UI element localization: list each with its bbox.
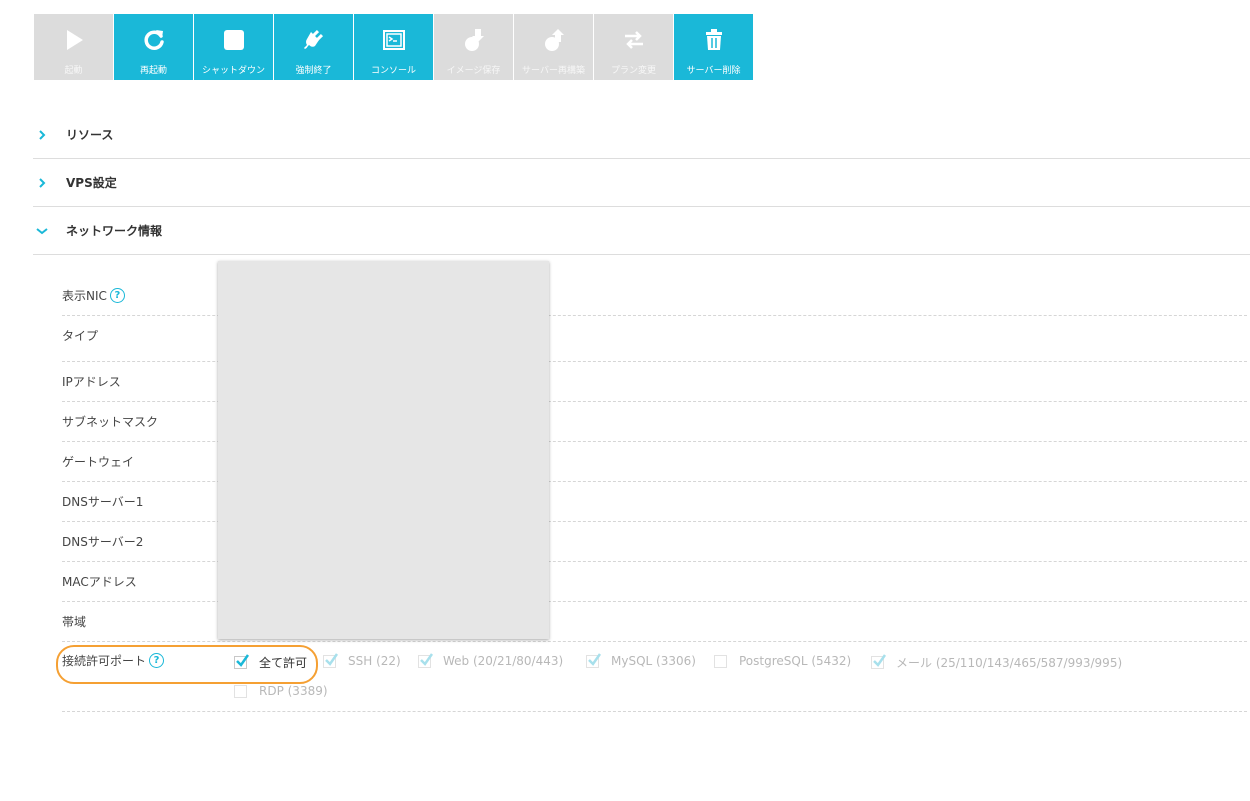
- row-label: 帯域: [62, 615, 87, 629]
- row-label: ゲートウェイ: [62, 455, 135, 469]
- server-rebuild-button[interactable]: サーバー再構築: [514, 14, 593, 80]
- restart-button[interactable]: 再起動: [114, 14, 193, 80]
- server-rebuild-icon: [542, 28, 566, 52]
- server-toolbar: 起動 再起動 シャットダウン 強制終了 コンソール イメージ保存 サーバー再構築…: [34, 14, 754, 80]
- chevron-down-icon: [35, 227, 49, 235]
- row-label: タイプ: [62, 329, 99, 343]
- force-stop-button-label: 強制終了: [295, 66, 332, 76]
- row-label: IPアドレス: [62, 375, 121, 389]
- checkbox[interactable]: [418, 652, 434, 668]
- section-title: VPS設定: [66, 176, 117, 190]
- start-button[interactable]: 起動: [34, 14, 113, 80]
- checkbox[interactable]: [871, 654, 887, 669]
- chevron-right-icon: [35, 177, 49, 188]
- port-option-ssh[interactable]: SSH (22): [323, 652, 401, 668]
- chevron-right-icon: [35, 129, 49, 140]
- port-option-postgresql[interactable]: PostgreSQL (5432): [714, 654, 851, 668]
- force-stop-button[interactable]: 強制終了: [274, 14, 353, 80]
- shutdown-button-label: シャットダウン: [201, 66, 265, 76]
- row-label: 表示NIC: [62, 289, 107, 303]
- section-resources[interactable]: リソース: [33, 111, 1250, 159]
- image-save-icon: [462, 28, 486, 52]
- port-label: 全て許可: [259, 656, 308, 670]
- port-label: SSH (22): [348, 654, 401, 668]
- plan-change-button-label: プラン変更: [610, 66, 656, 76]
- checkbox[interactable]: [586, 652, 602, 668]
- checkbox[interactable]: [323, 652, 339, 668]
- checkbox[interactable]: [234, 654, 250, 669]
- port-option-rdp[interactable]: RDP (3389): [234, 684, 328, 698]
- section-vps-settings[interactable]: VPS設定: [33, 159, 1250, 207]
- section-network-info[interactable]: ネットワーク情報: [33, 207, 1250, 255]
- checkbox[interactable]: [234, 684, 247, 698]
- server-rebuild-button-label: サーバー再構築: [522, 66, 585, 76]
- server-delete-button-label: サーバー削除: [686, 66, 741, 76]
- port-option-all[interactable]: 全て許可: [234, 654, 307, 671]
- section-title: ネットワーク情報: [66, 224, 163, 238]
- help-icon[interactable]: ?: [109, 288, 125, 303]
- plug-icon: [302, 28, 326, 52]
- port-label: Web (20/21/80/443): [443, 654, 564, 668]
- play-icon: [62, 28, 86, 52]
- port-label: MySQL (3306): [611, 654, 696, 668]
- port-option-mysql[interactable]: MySQL (3306): [586, 652, 696, 668]
- start-button-label: 起動: [64, 66, 83, 76]
- port-label: PostgreSQL (5432): [739, 654, 852, 668]
- redacted-values-panel: [218, 261, 549, 639]
- stop-icon: [222, 28, 246, 52]
- server-delete-button[interactable]: サーバー削除: [674, 14, 753, 80]
- row-label: DNSサーバー2: [62, 535, 144, 549]
- row-label: サブネットマスク: [62, 415, 159, 429]
- console-button[interactable]: コンソール: [354, 14, 433, 80]
- row-label: MACアドレス: [62, 575, 137, 589]
- trash-icon: [702, 28, 726, 52]
- console-button-label: コンソール: [370, 66, 416, 76]
- port-option-mail[interactable]: メール (25/110/143/465/587/993/995): [871, 654, 1122, 671]
- image-save-button[interactable]: イメージ保存: [434, 14, 513, 80]
- port-label: メール (25/110/143/465/587/993/995): [896, 656, 1123, 670]
- restart-button-label: 再起動: [139, 66, 167, 76]
- section-title: リソース: [66, 128, 114, 142]
- swap-arrows-icon: [622, 28, 646, 52]
- row-label: DNSサーバー1: [62, 495, 144, 509]
- port-option-web[interactable]: Web (20/21/80/443): [418, 652, 564, 668]
- console-icon: [382, 28, 406, 52]
- shutdown-button[interactable]: シャットダウン: [194, 14, 273, 80]
- image-save-button-label: イメージ保存: [446, 66, 501, 76]
- restart-icon: [142, 28, 166, 52]
- port-label: RDP (3389): [259, 684, 328, 698]
- checkbox[interactable]: [714, 654, 727, 668]
- plan-change-button[interactable]: プラン変更: [594, 14, 673, 80]
